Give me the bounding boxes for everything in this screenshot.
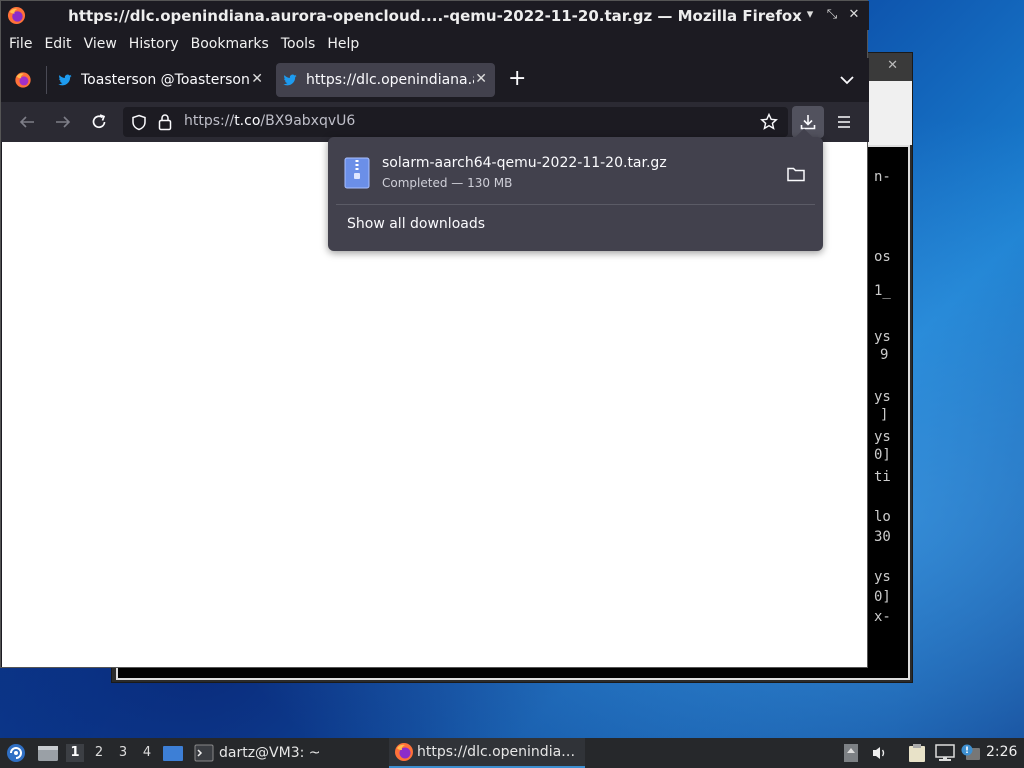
clipboard-icon[interactable] [906, 743, 928, 763]
workspace-1[interactable]: 1 [66, 744, 84, 762]
back-arrow-icon [19, 116, 34, 128]
tab-toasterson[interactable]: Toasterson @Toasterson@ ✕ [51, 63, 271, 97]
close-icon[interactable]: ✕ [845, 6, 863, 24]
download-arrow-icon [800, 115, 816, 130]
workspace-4[interactable]: 4 [138, 744, 156, 762]
terminal-text: ys [874, 329, 891, 345]
workspace-2[interactable]: 2 [90, 744, 108, 762]
file-manager-icon[interactable] [37, 744, 59, 762]
terminal-text: ys [874, 429, 891, 445]
eject-icon[interactable] [843, 743, 859, 763]
menu-bar: File Edit View History Bookmarks Tools H… [1, 30, 869, 58]
open-folder-icon[interactable] [786, 165, 806, 183]
url-path: /BX9abxqvU6 [260, 113, 356, 129]
lock-icon[interactable] [158, 113, 172, 131]
download-status: Completed — 130 MB [382, 176, 513, 190]
download-item[interactable]: solarm-aarch64-qemu-2022-11-20.tar.gz Co… [336, 145, 815, 205]
firefox-window[interactable]: https://dlc.openindiana.aurora-opencloud… [0, 0, 869, 668]
app-menu-icon[interactable] [6, 743, 26, 763]
terminal-text: 0] [874, 447, 891, 463]
hamburger-menu-icon[interactable] [836, 115, 852, 129]
terminal-text: ys [874, 389, 891, 405]
twitter-icon [58, 74, 72, 86]
menu-help[interactable]: Help [326, 36, 365, 52]
tab-close-icon[interactable]: ✕ [475, 71, 487, 87]
taskbar: 1 2 3 4 dartz@VM3: ~ https://dlc.openind… [0, 738, 1024, 768]
back-button[interactable] [15, 110, 39, 134]
terminal-text: lo [874, 509, 891, 525]
reload-icon [92, 114, 106, 129]
clock[interactable]: 2:26 [986, 744, 1017, 760]
address-bar[interactable]: https://t.co/BX9abxqvU6 [123, 107, 788, 137]
archive-file-icon [344, 157, 370, 189]
terminal-text: x- [874, 609, 891, 625]
tab-label: https://dlc.openindiana.a [306, 72, 474, 88]
new-tab-plus-icon[interactable]: + [508, 66, 526, 91]
panel-separator [336, 204, 815, 205]
url-text[interactable]: https://t.co/BX9abxqvU6 [184, 113, 355, 129]
workspace-3[interactable]: 3 [114, 744, 132, 762]
tracking-protection-shield-icon[interactable] [131, 114, 147, 131]
tab-label: Toasterson @Toasterson@ [81, 72, 249, 88]
reload-button[interactable] [87, 110, 111, 134]
menu-bookmarks[interactable]: Bookmarks [190, 36, 275, 52]
list-all-tabs-chevron-icon[interactable] [839, 73, 855, 87]
updates-notification-icon[interactable] [960, 743, 982, 763]
navigation-toolbar: https://t.co/BX9abxqvU6 [1, 102, 869, 142]
terminal-text: 1_ [874, 283, 891, 299]
terminal-task[interactable]: dartz@VM3: ~ [194, 738, 321, 768]
network-icon[interactable] [935, 744, 955, 762]
terminal-text: 30 [874, 529, 891, 545]
terminal-text: ] [880, 407, 889, 423]
download-file-name: solarm-aarch64-qemu-2022-11-20.tar.gz [382, 155, 667, 171]
firefox-titlebar[interactable]: https://dlc.openindiana.aurora-opencloud… [1, 1, 869, 30]
firefox-task-label: https://dlc.openindia… [417, 744, 576, 760]
menu-file[interactable]: File [8, 36, 38, 52]
firefox-view-icon[interactable] [14, 71, 32, 89]
terminal-task-label: dartz@VM3: ~ [219, 745, 321, 761]
menu-view[interactable]: View [83, 36, 123, 52]
twitter-icon [283, 74, 297, 86]
maximize-icon[interactable]: ⤡ [823, 6, 841, 24]
show-all-downloads-button[interactable]: Show all downloads [347, 216, 485, 232]
forward-button[interactable] [51, 110, 75, 134]
terminal-icon [194, 744, 214, 762]
terminal-text: n- [874, 169, 891, 185]
tab-openindiana-download[interactable]: https://dlc.openindiana.a ✕ [276, 63, 495, 97]
tab-divider [46, 66, 47, 94]
show-desktop-icon[interactable] [162, 745, 184, 762]
tab-close-icon[interactable]: ✕ [251, 71, 263, 87]
terminal-text: 0] [874, 589, 891, 605]
terminal-text: os [874, 249, 891, 265]
volume-icon[interactable] [871, 745, 889, 761]
url-scheme: https:// [184, 113, 235, 129]
forward-arrow-icon [56, 116, 71, 128]
firefox-task-icon [395, 743, 413, 761]
terminal-text: 9 [880, 347, 889, 363]
bookmark-star-icon[interactable] [760, 113, 778, 131]
menu-tools[interactable]: Tools [280, 36, 322, 52]
terminal-text: ti [874, 469, 891, 485]
minimize-icon[interactable]: ▾ [801, 6, 819, 24]
firefox-task[interactable]: https://dlc.openindia… [389, 738, 585, 768]
window-title: https://dlc.openindiana.aurora-opencloud… [68, 7, 802, 25]
tab-bar: Toasterson @Toasterson@ ✕ https://dlc.op… [1, 58, 869, 102]
menu-edit[interactable]: Edit [43, 36, 77, 52]
terminal-text: ys [874, 569, 891, 585]
url-host: t.co [234, 113, 261, 129]
menu-history[interactable]: History [128, 36, 185, 52]
downloads-panel: solarm-aarch64-qemu-2022-11-20.tar.gz Co… [328, 128, 823, 251]
